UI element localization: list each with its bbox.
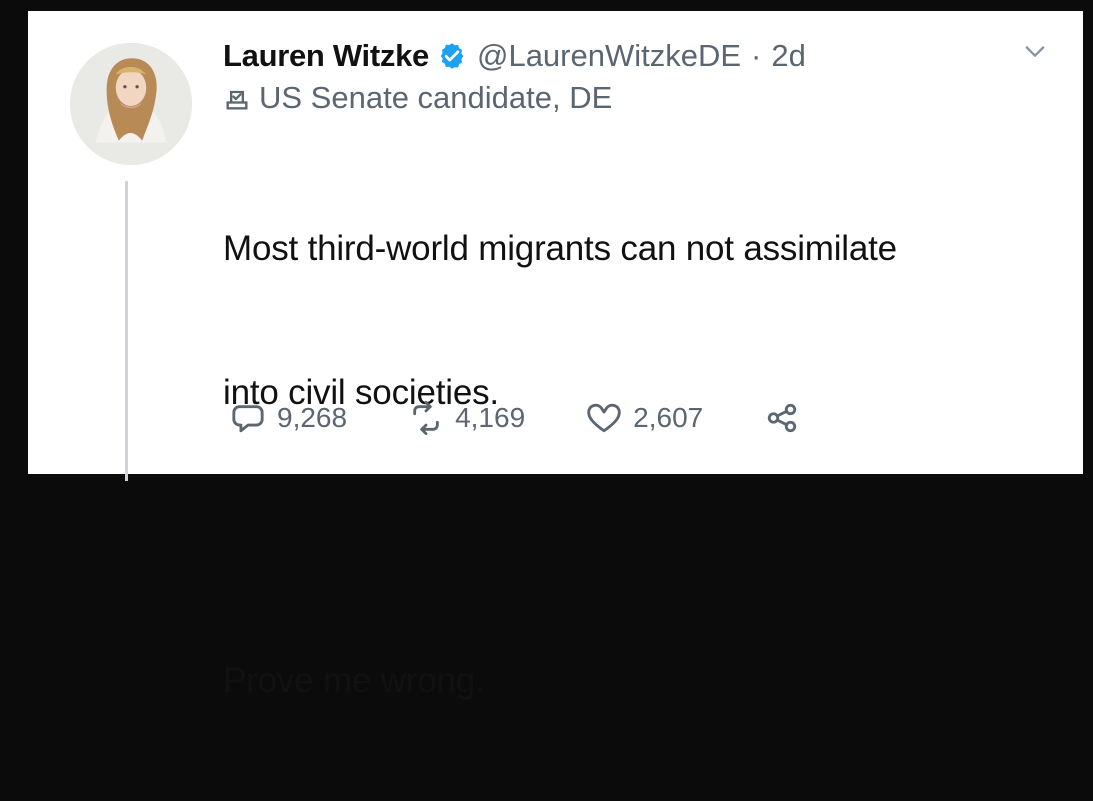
retweet-action[interactable]: 4,169 [409, 401, 525, 435]
reply-icon [232, 405, 264, 433]
tweet-text: Most third-world migrants can not assimi… [223, 129, 1059, 801]
tweet-text-line-1: Most third-world migrants can not assimi… [223, 229, 897, 268]
author-name[interactable]: Lauren Witzke [223, 37, 429, 75]
tweet-header: Lauren Witzke @LaurenWitzkeDE · 2d [223, 37, 1059, 75]
retweet-count: 4,169 [455, 402, 526, 433]
share-action[interactable] [765, 401, 799, 435]
reply-count: 9,268 [277, 402, 348, 433]
thread-line [125, 181, 128, 481]
tweet-actions: 9,268 4,169 2,607 [231, 401, 799, 435]
like-action[interactable]: 2,607 [587, 401, 703, 435]
account-label: US Senate candidate, DE [223, 79, 1059, 117]
author-handle[interactable]: @LaurenWitzkeDE [477, 37, 741, 75]
chevron-down-icon[interactable] [1021, 37, 1049, 65]
avatar[interactable] [70, 43, 192, 165]
account-label-text: US Senate candidate, DE [259, 80, 613, 115]
tweet-time[interactable]: 2d [771, 37, 805, 75]
tweet-card[interactable]: Lauren Witzke @LaurenWitzkeDE · 2d US Se… [28, 11, 1083, 700]
retweet-icon [413, 401, 439, 435]
tweet-text-line-4: Prove me wrong. [223, 661, 485, 700]
verified-badge-icon [437, 41, 467, 71]
share-icon [768, 403, 797, 433]
tweet-text-spacer [223, 513, 1059, 561]
ballot-box-icon [223, 84, 251, 112]
reply-action[interactable]: 9,268 [231, 401, 347, 435]
separator-dot: · [751, 38, 762, 73]
like-count: 2,607 [633, 402, 704, 433]
heart-icon [587, 403, 621, 433]
